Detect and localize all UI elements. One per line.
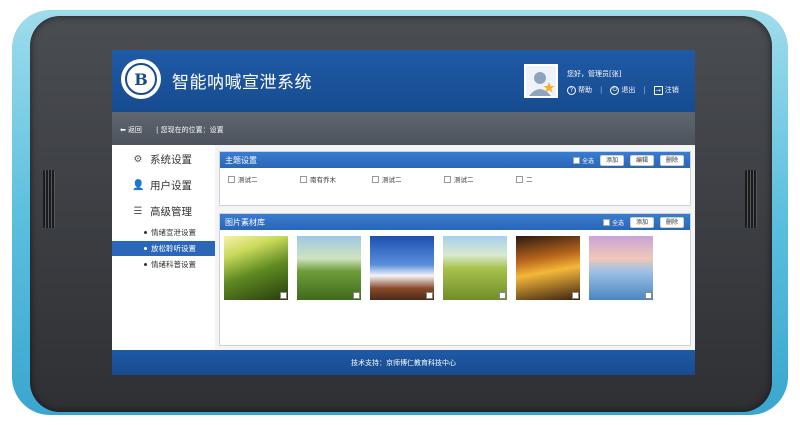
- topic-item[interactable]: 测试二: [228, 174, 300, 184]
- signout-button[interactable]: → 注销: [653, 85, 679, 95]
- checkbox-box: [602, 219, 610, 226]
- speaker-grille-right: [745, 170, 757, 228]
- checkbox-box: [572, 157, 580, 164]
- delete-button[interactable]: 删除: [659, 155, 684, 166]
- topic-label: 测试二: [238, 176, 258, 184]
- breadcrumb-path: 您现在的位置：设置: [160, 126, 224, 134]
- back-button[interactable]: ⬅ 返回: [120, 125, 142, 135]
- bullet: [144, 247, 147, 250]
- help-label: 帮助: [578, 86, 592, 94]
- help-button[interactable]: ? 帮助: [567, 85, 592, 95]
- sidebar-item-label: 用户设置: [150, 179, 192, 192]
- add-button[interactable]: 添加: [629, 217, 654, 228]
- checkbox-box: [228, 175, 235, 183]
- app-header: B 智能呐喊宣泄系统 您好，管理员[张] ? 帮助 | ⏻ 退出 | → 注销: [112, 50, 695, 112]
- images-panel: 图片素材库 全选 添加 删除: [219, 213, 691, 346]
- divider: |: [600, 86, 603, 94]
- edit-button[interactable]: 编辑: [629, 155, 654, 166]
- list-icon: ☰: [133, 205, 143, 217]
- breadcrumb-bar: ⬅ 返回 | 您现在的位置：设置: [112, 112, 695, 145]
- sidebar-item-advanced[interactable]: ☰ 高级管理: [112, 199, 215, 223]
- divider: |: [643, 86, 646, 94]
- image-checkbox[interactable]: [572, 292, 579, 299]
- checkbox-box: [300, 175, 307, 183]
- sidebar-item-label: 系统设置: [150, 153, 192, 166]
- image-checkbox[interactable]: [499, 292, 506, 299]
- topic-item[interactable]: 测试二: [444, 174, 516, 184]
- add-button[interactable]: 添加: [599, 155, 624, 166]
- image-thumb-hills[interactable]: [297, 236, 361, 300]
- image-thumb-forest[interactable]: [224, 236, 288, 300]
- image-checkbox[interactable]: [280, 292, 287, 299]
- sidebar-subitem-label: 放松聆听设置: [151, 244, 196, 253]
- topic-item[interactable]: 二: [516, 174, 588, 184]
- images-panel-header: 图片素材库 全选 添加 删除: [220, 214, 690, 230]
- speaker-grille-left: [43, 170, 55, 228]
- topics-toolbar: 全选 添加 编辑 删除: [572, 155, 684, 166]
- image-checkbox[interactable]: [426, 292, 433, 299]
- select-all-label: 全选: [581, 158, 594, 165]
- select-all-label: 全选: [611, 220, 624, 227]
- sidebar-subitem-emotion-science[interactable]: 情绪科普设置: [112, 257, 215, 272]
- question-icon: ?: [567, 85, 576, 95]
- breadcrumb: | 您现在的位置：设置: [156, 126, 224, 134]
- select-all-checkbox[interactable]: 全选: [602, 218, 624, 227]
- image-thumb-sea[interactable]: [589, 236, 653, 300]
- image-thumb-field[interactable]: [443, 236, 507, 300]
- select-all-checkbox[interactable]: 全选: [572, 156, 594, 165]
- logout-label: 退出: [621, 86, 636, 94]
- back-arrow-icon: ⬅: [120, 126, 126, 134]
- bullet: [144, 263, 147, 266]
- app-title: 智能呐喊宣泄系统: [172, 73, 312, 93]
- power-icon: ⏻: [610, 85, 620, 95]
- topic-item[interactable]: 测试二: [372, 174, 444, 184]
- sidebar-subitem-relax-listening[interactable]: 放松聆听设置: [112, 241, 215, 256]
- image-checkbox[interactable]: [645, 292, 652, 299]
- topic-label: 二: [526, 176, 533, 184]
- images-panel-title: 图片素材库: [225, 217, 265, 227]
- checkbox-box: [444, 175, 451, 183]
- topics-panel: 主题设置 全选 添加 编辑 删除 测试二 南有乔木 测试二 测试二 二: [219, 151, 691, 206]
- image-checkbox[interactable]: [353, 292, 360, 299]
- topic-label: 测试二: [454, 176, 474, 184]
- bullet: [144, 231, 147, 234]
- logout-button[interactable]: ⏻ 退出: [610, 85, 635, 95]
- topic-label: 测试二: [382, 176, 402, 184]
- topic-label: 南有乔木: [310, 176, 336, 184]
- top-actions: ? 帮助 | ⏻ 退出 | → 注销: [567, 85, 679, 95]
- footer-text: 技术支持：京师博仁教育科技中心: [351, 358, 456, 367]
- images-toolbar: 全选 添加 删除: [602, 217, 684, 228]
- sidebar-item-user-settings[interactable]: 👤 用户设置: [112, 173, 215, 197]
- sidebar: ⚙ 系统设置 👤 用户设置 ☰ 高级管理 情绪宣泄设置 放松聆听设置 情绪科普设置: [112, 145, 216, 350]
- image-thumb-autumn[interactable]: [516, 236, 580, 300]
- main-content: 主题设置 全选 添加 编辑 删除 测试二 南有乔木 测试二 测试二 二 图片素材…: [215, 145, 695, 350]
- sidebar-item-label: 高级管理: [150, 205, 192, 218]
- avatar[interactable]: [524, 64, 558, 98]
- logo: B: [121, 59, 161, 99]
- user-icon: 👤: [132, 179, 145, 191]
- checkbox-box: [516, 175, 523, 183]
- image-thumb-mountain[interactable]: [370, 236, 434, 300]
- topic-list: 测试二 南有乔木 测试二 测试二 二: [220, 168, 690, 184]
- delete-button[interactable]: 删除: [659, 217, 684, 228]
- topic-item[interactable]: 南有乔木: [300, 174, 372, 184]
- logo-mark: B: [125, 63, 157, 95]
- app-footer: 技术支持：京师博仁教育科技中心: [112, 350, 695, 375]
- sidebar-subitem-emotion-venting[interactable]: 情绪宣泄设置: [112, 225, 215, 240]
- gear-icon: ⚙: [133, 153, 143, 165]
- sidebar-subitem-label: 情绪科普设置: [151, 260, 196, 269]
- user-avatar-icon: [529, 72, 555, 96]
- checkbox-box: [372, 175, 379, 183]
- back-label: 返回: [127, 126, 142, 134]
- greeting-text: 您好，管理员[张]: [567, 70, 622, 78]
- signout-label: 注销: [664, 86, 679, 94]
- topics-panel-title: 主题设置: [225, 155, 257, 165]
- sidebar-item-system-settings[interactable]: ⚙ 系统设置: [112, 147, 215, 171]
- exit-icon: →: [653, 85, 663, 95]
- image-gallery: [224, 236, 653, 300]
- app-screen: B 智能呐喊宣泄系统 您好，管理员[张] ? 帮助 | ⏻ 退出 | → 注销 ⬅ 返回…: [112, 50, 695, 375]
- topics-panel-header: 主题设置 全选 添加 编辑 删除: [220, 152, 690, 168]
- sidebar-subitem-label: 情绪宣泄设置: [151, 228, 196, 237]
